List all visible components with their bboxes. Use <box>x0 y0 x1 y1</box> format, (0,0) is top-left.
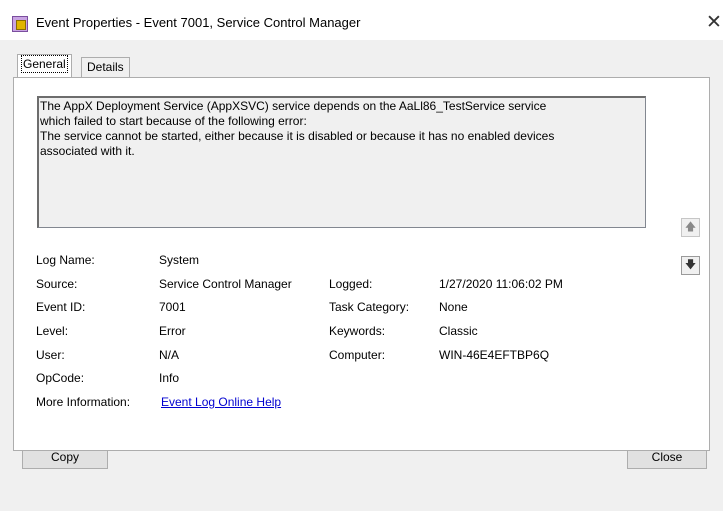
task-category-value: None <box>439 300 468 314</box>
tab-general-label: General <box>21 55 68 73</box>
description-line: The service cannot be started, either be… <box>40 129 555 143</box>
keywords-value: Classic <box>439 324 478 338</box>
user-label: User: <box>36 348 65 362</box>
task-category-label: Task Category: <box>329 300 410 314</box>
opcode-value: Info <box>159 371 180 385</box>
opcode-label: OpCode: <box>36 371 85 385</box>
event-viewer-app-icon <box>12 16 28 32</box>
scroll-up-icon[interactable]: 🡅 <box>681 218 700 237</box>
logged-label: Logged: <box>329 277 373 291</box>
event-id-value: 7001 <box>159 300 186 314</box>
title-bar[interactable]: Event Properties - Event 7001, Service C… <box>0 0 723 40</box>
more-information-label: More Information: <box>36 395 131 409</box>
event-log-online-help-link[interactable]: Event Log Online Help <box>161 395 281 409</box>
general-tab-panel: The AppX Deployment Service (AppXSVC) se… <box>13 77 710 451</box>
log-name-value: System <box>159 253 200 267</box>
level-label: Level: <box>36 324 69 338</box>
source-value: Service Control Manager <box>159 277 292 291</box>
window-close-button[interactable]: ✕ <box>705 12 723 34</box>
logged-value: 1/27/2020 11:06:02 PM <box>439 277 563 291</box>
user-value: N/A <box>159 348 180 362</box>
keywords-label: Keywords: <box>329 324 386 338</box>
dialog-body: General Details The AppX Deployment Serv… <box>0 40 723 511</box>
computer-label: Computer: <box>329 348 386 362</box>
source-label: Source: <box>36 277 78 291</box>
window-title: Event Properties - Event 7001, Service C… <box>36 15 361 30</box>
tab-details-label: Details <box>87 60 124 74</box>
computer-value: WIN-46E4EFTBP6Q <box>439 348 550 362</box>
description-line: The AppX Deployment Service (AppXSVC) se… <box>40 99 547 113</box>
tab-details[interactable]: Details <box>81 57 130 77</box>
event-id-label: Event ID: <box>36 300 86 314</box>
scroll-down-icon[interactable]: 🡇 <box>681 256 700 275</box>
description-line: which failed to start because of the fol… <box>40 114 307 128</box>
event-description-box[interactable]: The AppX Deployment Service (AppXSVC) se… <box>37 96 646 228</box>
description-line: associated with it. <box>40 144 135 158</box>
tab-general[interactable]: General <box>17 54 72 77</box>
log-name-label: Log Name: <box>36 253 95 267</box>
level-value: Error <box>159 324 186 338</box>
